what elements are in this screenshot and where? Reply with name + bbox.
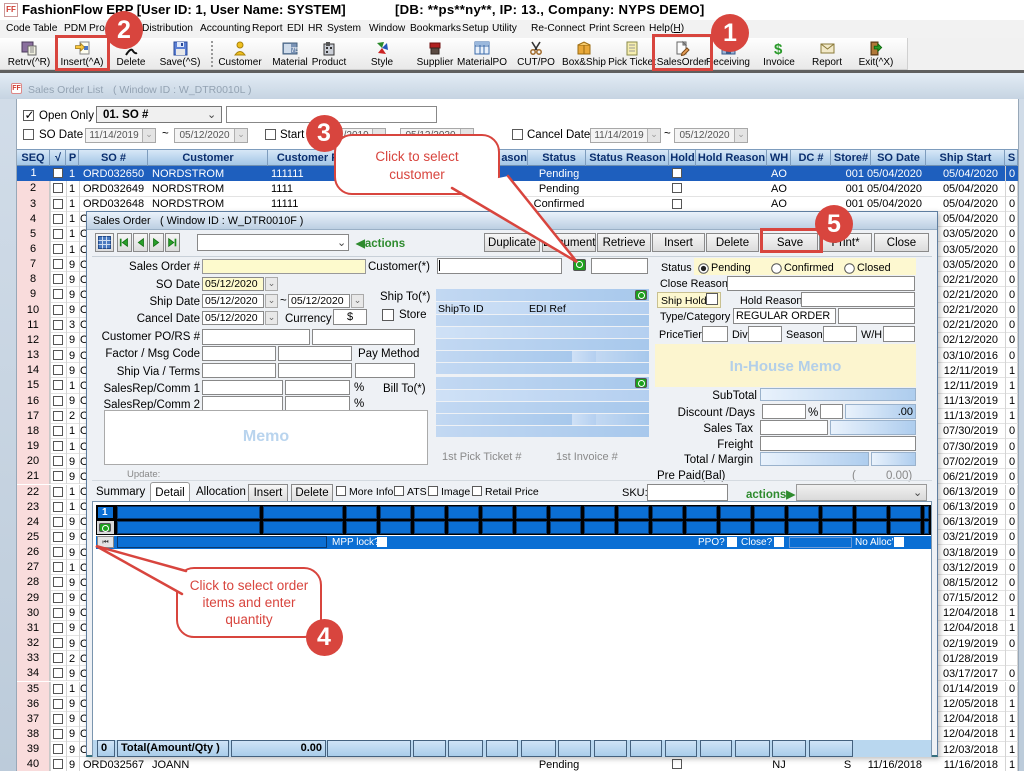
svg-text:$: $: [774, 41, 783, 57]
svg-text:75: 75: [291, 47, 299, 54]
